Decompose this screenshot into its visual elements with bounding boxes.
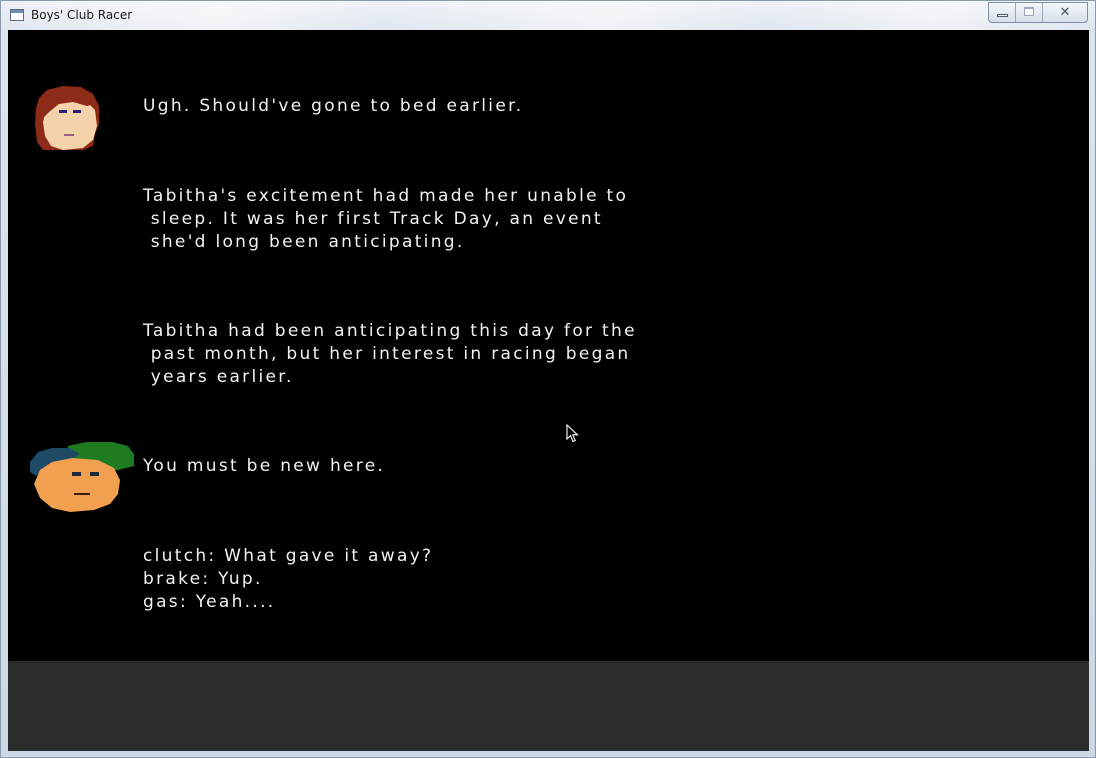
maximize-button[interactable] — [1016, 3, 1043, 22]
minimize-button[interactable] — [989, 3, 1016, 22]
narration-line: Tabitha had been anticipating this day f… — [143, 321, 637, 341]
app-window: Boys' Club Racer ✕ Ugh. Should've gone t… — [0, 0, 1096, 758]
app-window-icon[interactable] — [10, 9, 24, 21]
narration-line: she'd long been anticipating. — [143, 232, 465, 252]
choice-clutch[interactable]: clutch: What gave it away? — [143, 545, 433, 568]
window-controls: ✕ — [988, 2, 1088, 23]
narration-line: sleep. It was her first Track Day, an ev… — [143, 209, 603, 229]
maximize-icon — [1024, 7, 1034, 16]
choice-brake[interactable]: brake: Yup. — [143, 568, 263, 591]
title-bar[interactable]: Boys' Club Racer ✕ — [1, 1, 1095, 30]
choice-gas[interactable]: gas: Yeah.... — [143, 591, 276, 614]
dialogue-line: You must be new here. — [143, 456, 386, 476]
game-viewport[interactable]: Ugh. Should've gone to bed earlier. Tabi… — [8, 30, 1089, 661]
dialogue-line: Ugh. Should've gone to bed earlier. — [143, 96, 524, 116]
narration-line: years earlier. — [143, 367, 294, 387]
close-icon: ✕ — [1059, 5, 1071, 20]
tabitha-portrait-icon — [35, 86, 99, 150]
cap-guy-portrait-icon — [30, 442, 134, 512]
bottom-panel — [8, 661, 1089, 751]
window-title: Boys' Club Racer — [31, 8, 133, 22]
narration-line: past month, but her interest in racing b… — [143, 344, 631, 364]
narration-line: Tabitha's excitement had made her unable… — [143, 186, 629, 206]
minimize-icon — [997, 14, 1008, 17]
close-button[interactable]: ✕ — [1043, 3, 1087, 22]
mouse-pointer-icon — [566, 424, 579, 443]
